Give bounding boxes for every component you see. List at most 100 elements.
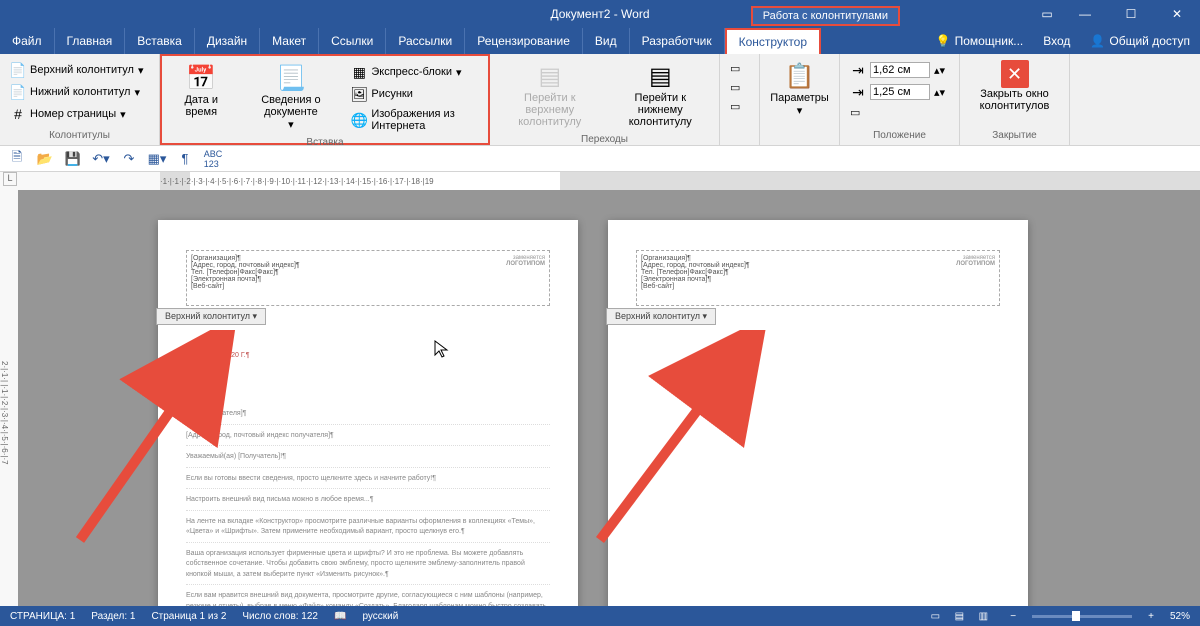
- logo-placeholder[interactable]: заменяется ЛОГОТИПОМ: [956, 255, 995, 267]
- tab-layout[interactable]: Макет: [260, 28, 319, 54]
- status-page[interactable]: СТРАНИЦА: 1: [10, 611, 75, 622]
- header-tag-label: Верхний колонтитул ▾: [156, 308, 266, 325]
- ribbon-group-position: ⇥▴▾ ⇥▴▾ ▭ Положение: [840, 54, 960, 145]
- table-icon[interactable]: ▦▾: [148, 150, 166, 168]
- pictures-button[interactable]: 🖼Рисунки: [347, 84, 482, 104]
- document-info-button[interactable]: 📃 Сведения о документе▾: [239, 58, 344, 135]
- page-1[interactable]: [Организация]¶ [Адрес, город, почтовый и…: [158, 220, 578, 606]
- tab-design[interactable]: Дизайн: [195, 28, 260, 54]
- ruler-corner[interactable]: L: [3, 172, 17, 186]
- save-icon[interactable]: 💾: [64, 150, 82, 168]
- goto-header-icon: ▤: [534, 60, 566, 92]
- page-2[interactable]: [Организация]¶ [Адрес, город, почтовый и…: [608, 220, 1028, 606]
- tab-home[interactable]: Главная: [55, 28, 126, 54]
- status-page-of[interactable]: Страница 1 из 2: [151, 611, 226, 622]
- title-bar: Документ2 - Word Работа с колонтитулами …: [0, 0, 1200, 28]
- body-text[interactable]: [Имя получателя]¶ [Адрес, город, почтовы…: [186, 409, 550, 606]
- minimize-button[interactable]: —: [1062, 0, 1108, 28]
- quick-parts-button[interactable]: ▦Экспресс-блоки ▾: [347, 62, 482, 82]
- date-time-button[interactable]: 📅 Дата и время: [168, 58, 235, 122]
- page-number-dropdown[interactable]: #Номер страницы ▾: [6, 104, 147, 124]
- zoom-in-button[interactable]: +: [1148, 611, 1154, 622]
- tab-insert[interactable]: Вставка: [125, 28, 195, 54]
- ribbon-group-insert: 📅 Дата и время 📃 Сведения о документе▾ ▦…: [160, 54, 490, 145]
- footer-bottom-input[interactable]: [870, 84, 930, 100]
- zoom-out-button[interactable]: −: [1010, 611, 1016, 622]
- header-web-line[interactable]: [Веб-сайт]: [191, 283, 545, 290]
- prev-section-icon[interactable]: ▭: [726, 60, 744, 77]
- align-tab-icon[interactable]: ▭: [846, 104, 949, 121]
- page-header-area[interactable]: [Организация]¶ [Адрес, город, почтовый и…: [636, 250, 1000, 306]
- window-title: Документ2 - Word: [550, 7, 649, 21]
- header-addr-line[interactable]: [Адрес, город, почтовый индекс]¶: [191, 262, 545, 269]
- status-language[interactable]: русский: [362, 611, 398, 622]
- header-tel-line[interactable]: Тел. [Телефон]Факс[Факс]¶: [191, 269, 545, 276]
- header-dropdown[interactable]: 📄Верхний колонтитул ▾: [6, 60, 147, 80]
- tab-developer[interactable]: Разработчик: [630, 28, 725, 54]
- header-top-input[interactable]: [870, 62, 930, 78]
- header-from-top[interactable]: ⇥▴▾: [846, 60, 949, 80]
- options-button[interactable]: 📋 Параметры▾: [764, 56, 835, 121]
- next-section-icon[interactable]: ▭: [726, 79, 744, 96]
- group-label-nav: Переходы: [496, 132, 713, 147]
- group-label-close: Закрытие: [966, 128, 1063, 143]
- header-email-line[interactable]: [Электронная почта]¶: [191, 276, 545, 283]
- maximize-button[interactable]: ☐: [1108, 0, 1154, 28]
- header-icon: 📄: [10, 62, 26, 78]
- read-mode-icon[interactable]: ▭: [924, 611, 946, 622]
- ribbon-group-nav-extra: ▭ ▭ ▭: [720, 54, 760, 145]
- redo-icon[interactable]: ↷: [120, 150, 138, 168]
- header-org-line[interactable]: [Организация]¶: [191, 255, 545, 262]
- share-button[interactable]: 👤Общий доступ: [1080, 34, 1200, 48]
- footer-dropdown[interactable]: 📄Нижний колонтитул ▾: [6, 82, 147, 102]
- tab-review[interactable]: Рецензирование: [465, 28, 583, 54]
- globe-icon: 🌐: [351, 112, 367, 128]
- contextual-tab-label: Работа с колонтитулами: [751, 6, 900, 26]
- status-bar: СТРАНИЦА: 1 Раздел: 1 Страница 1 из 2 Чи…: [0, 606, 1200, 626]
- goto-header-button[interactable]: ▤ Перейти к верхнему колонтитулу: [496, 56, 604, 132]
- tell-me[interactable]: 💡Помощник...: [926, 34, 1034, 48]
- mouse-cursor-icon: [434, 340, 450, 365]
- tab-constructor[interactable]: Конструктор: [725, 28, 821, 54]
- ruler-bottom-icon: ⇥: [850, 84, 866, 100]
- close-header-footer-button[interactable]: ✕ Закрыть окно колонтитулов: [966, 56, 1063, 116]
- goto-footer-button[interactable]: ▤ Перейти к нижнему колонтитулу: [608, 56, 713, 132]
- footer-icon: 📄: [10, 84, 26, 100]
- tab-mailings[interactable]: Рассылки: [386, 28, 465, 54]
- zoom-level[interactable]: 52%: [1170, 611, 1190, 622]
- ribbon-display-options-icon[interactable]: ▭: [1032, 0, 1062, 28]
- calendar-icon: 📅: [185, 62, 217, 94]
- ribbon-group-options: 📋 Параметры▾: [760, 54, 840, 145]
- tab-file[interactable]: Файл: [0, 28, 55, 54]
- logo-placeholder[interactable]: заменяется ЛОГОТИПОМ: [506, 255, 545, 267]
- abc-icon[interactable]: ABC123: [204, 150, 222, 168]
- page-header-area[interactable]: [Организация]¶ [Адрес, город, почтовый и…: [186, 250, 550, 306]
- sign-in[interactable]: Вход: [1033, 34, 1080, 48]
- status-section[interactable]: Раздел: 1: [91, 611, 135, 622]
- ribbon: 📄Верхний колонтитул ▾ 📄Нижний колонтитул…: [0, 54, 1200, 146]
- paragraph-icon[interactable]: ¶: [176, 150, 194, 168]
- status-word-count[interactable]: Число слов: 122: [242, 611, 318, 622]
- tab-view[interactable]: Вид: [583, 28, 630, 54]
- close-window-button[interactable]: ✕: [1154, 0, 1200, 28]
- picture-icon: 🖼: [351, 86, 367, 102]
- footer-from-bottom[interactable]: ⇥▴▾: [846, 82, 949, 102]
- horizontal-ruler[interactable]: L ·1·|·1·|·2·|·3·|·4·|·5·|·6·|·7·|·8·|·9…: [0, 172, 1200, 190]
- new-doc-icon[interactable]: 🗎: [8, 150, 26, 168]
- link-previous-icon[interactable]: ▭: [726, 98, 744, 115]
- group-label-hf: Колонтитулы: [6, 128, 153, 143]
- tab-references[interactable]: Ссылки: [319, 28, 386, 54]
- options-icon: 📋: [784, 60, 816, 92]
- online-pictures-button[interactable]: 🌐Изображения из Интернета: [347, 106, 482, 134]
- ribbon-tabs: Файл Главная Вставка Дизайн Макет Ссылки…: [0, 28, 1200, 54]
- open-icon[interactable]: 📂: [36, 150, 54, 168]
- vertical-ruler[interactable]: 2·|·1·| |·1·|·2·|·3·|·4·|·5·|·6·|·7: [0, 190, 18, 606]
- quick-access-toolbar: 🗎 📂 💾 ↶▾ ↷ ▦▾ ¶ ABC123: [0, 146, 1200, 172]
- pages-container: [Организация]¶ [Адрес, город, почтовый и…: [18, 190, 1200, 606]
- web-layout-icon[interactable]: ▥: [972, 611, 994, 622]
- date-field[interactable]: 0 НОЯБРЯ 2020 Г.¶: [186, 352, 550, 359]
- print-layout-icon[interactable]: ▤: [948, 611, 970, 622]
- zoom-slider[interactable]: [1032, 615, 1132, 618]
- undo-icon[interactable]: ↶▾: [92, 150, 110, 168]
- proofing-icon[interactable]: 📖: [334, 611, 346, 622]
